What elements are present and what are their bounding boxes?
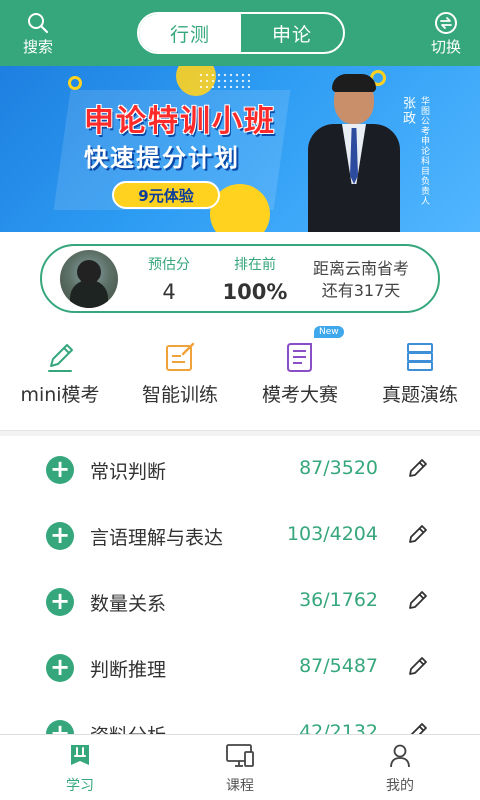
switch-arrows-icon: [416, 10, 476, 36]
subject-row[interactable]: + 资料分析 42/2132: [0, 700, 480, 734]
expand-plus-icon[interactable]: +: [46, 456, 74, 484]
subject-progress: 87/3520: [299, 457, 378, 479]
practice-pencil-icon[interactable]: [406, 720, 430, 734]
profile-icon: [320, 743, 480, 773]
practice-pencil-icon[interactable]: [406, 654, 430, 682]
search-button[interactable]: 搜索: [8, 10, 68, 57]
subject-name: 常识判断: [90, 461, 167, 483]
avatar[interactable]: [60, 250, 118, 308]
subject-row[interactable]: + 言语理解与表达 103/4204: [0, 502, 480, 568]
rank: 排在前 100%: [220, 254, 290, 304]
subject-progress: 103/4204: [286, 523, 378, 545]
subject-row[interactable]: + 判断推理 87/5487: [0, 634, 480, 700]
nav-courses[interactable]: 课程: [160, 735, 320, 800]
practice-pencil-icon[interactable]: [406, 522, 430, 550]
rank-value: 100%: [222, 280, 288, 304]
expand-plus-icon[interactable]: +: [46, 588, 74, 616]
feature-mini-mock[interactable]: mini模考: [0, 322, 120, 418]
practice-pencil-icon[interactable]: [406, 588, 430, 616]
nav-label: 学习: [66, 778, 94, 794]
decor-ring: [68, 76, 82, 90]
nav-profile[interactable]: 我的: [320, 735, 480, 800]
subject-row[interactable]: + 常识判断 87/3520: [0, 436, 480, 502]
banner-title: 申论特训小班: [84, 104, 276, 139]
teacher-role: 华图公考申论科目负责人: [419, 96, 429, 206]
new-badge: New: [314, 326, 344, 338]
subject-progress: 87/5487: [299, 655, 378, 677]
tab-shenlun[interactable]: 申论: [241, 14, 343, 52]
practice-pencil-icon[interactable]: [406, 456, 430, 484]
exam-countdown-line2: 还有317天: [321, 281, 401, 300]
estimated-score-value: 4: [162, 280, 176, 304]
feature-smart-training[interactable]: 智能训练: [120, 322, 240, 418]
banner-subtitle: 快速提分计划: [84, 144, 240, 172]
exam-type-switch: 行测 申论: [137, 12, 345, 54]
feature-label: 模考大赛: [261, 384, 338, 406]
expand-plus-icon[interactable]: +: [46, 522, 74, 550]
search-icon: [8, 10, 68, 36]
subject-row[interactable]: + 数量关系 36/1762: [0, 568, 480, 634]
feature-past-papers[interactable]: 真题演练: [360, 322, 480, 418]
courses-monitor-icon: [160, 743, 320, 773]
subject-name: 数量关系: [90, 593, 167, 615]
feature-label: 真题演练: [381, 384, 458, 406]
switch-label: 切换: [430, 38, 461, 56]
exam-countdown-line1: 距离云南省考: [312, 259, 409, 278]
banner-price-pill[interactable]: 9元体验: [112, 181, 220, 209]
search-label: 搜索: [22, 38, 53, 56]
subject-progress: 36/1762: [299, 589, 378, 611]
switch-button[interactable]: 切换: [416, 10, 476, 57]
nav-label: 课程: [226, 778, 254, 794]
book-stack-icon: [360, 322, 480, 378]
feature-label: 智能训练: [141, 384, 218, 406]
subject-name: 言语理解与表达: [90, 527, 224, 549]
expand-plus-icon[interactable]: +: [46, 654, 74, 682]
decor-dots: [198, 72, 250, 88]
stats-card[interactable]: 预估分 4 排在前 100% 距离云南省考 还有317天: [40, 244, 440, 313]
app-screen: 搜索 行测 申论 切换 申论特训小班 快速提分计划 9元体验 张政 华图公考申论…: [0, 0, 480, 800]
top-bar: 搜索 行测 申论 切换: [0, 0, 480, 66]
promo-banner[interactable]: 申论特训小班 快速提分计划 9元体验 张政 华图公考申论科目负责人: [0, 66, 480, 232]
exam-countdown: 距离云南省考 还有317天: [306, 258, 416, 302]
estimated-score-label: 预估分: [148, 257, 190, 273]
subject-progress: 42/2132: [299, 721, 378, 734]
teacher-photo: [308, 74, 400, 232]
expand-plus-icon[interactable]: +: [46, 720, 74, 734]
nav-label: 我的: [386, 778, 414, 794]
subject-list: + 常识判断 87/3520 + 言语理解与表达 103/4204 + 数量关系…: [0, 436, 480, 734]
notepad-edit-icon: [120, 322, 240, 378]
study-icon: [0, 743, 160, 773]
pencil-icon: [0, 322, 120, 378]
nav-study[interactable]: 学习: [0, 735, 160, 800]
feature-grid: mini模考 智能训练 New 模考大赛 真题演练: [0, 322, 480, 418]
subject-name: 判断推理: [90, 659, 167, 681]
rank-label: 排在前: [234, 257, 276, 273]
estimated-score: 预估分 4: [142, 254, 196, 304]
feature-label: mini模考: [20, 384, 100, 406]
tab-xingce[interactable]: 行测: [139, 14, 241, 52]
feature-mock-contest[interactable]: New 模考大赛: [240, 322, 360, 418]
teacher-name: 张政: [400, 96, 415, 126]
subject-name: 资料分析: [90, 721, 166, 734]
bottom-nav: 学习 课程 我的: [0, 734, 480, 800]
